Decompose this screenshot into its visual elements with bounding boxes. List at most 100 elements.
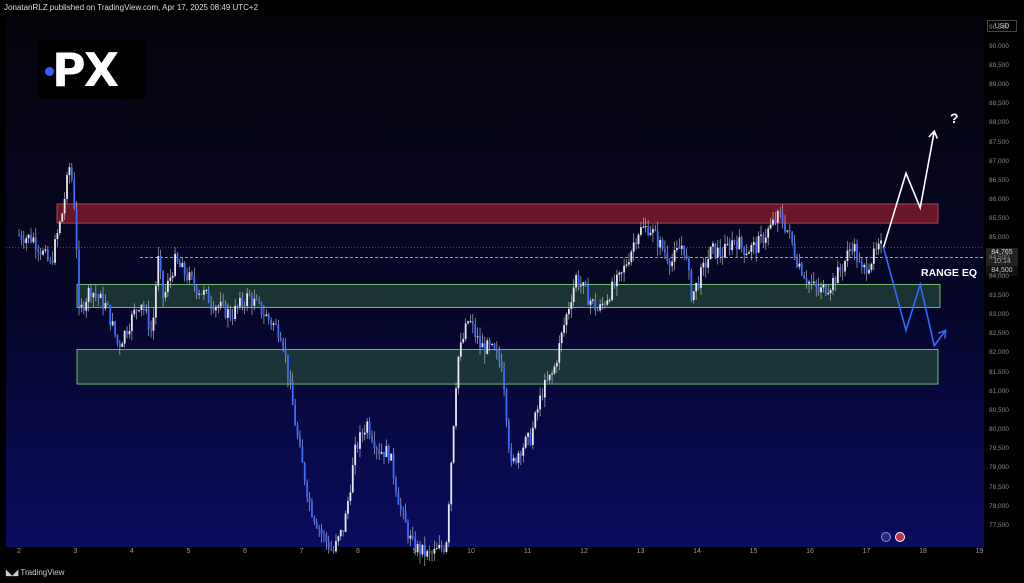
candle (469, 321, 472, 323)
candle (719, 247, 722, 256)
candle (128, 330, 131, 335)
candle (411, 535, 414, 538)
candle (296, 425, 299, 437)
candle (796, 257, 798, 267)
candle (248, 293, 251, 296)
candle (94, 293, 97, 296)
candle (231, 318, 234, 320)
candle (282, 340, 285, 348)
candle (445, 542, 448, 552)
candle (123, 330, 126, 344)
candle (815, 281, 818, 287)
candle (241, 297, 244, 306)
candle (637, 234, 640, 245)
candle (253, 298, 256, 306)
candle (159, 256, 162, 271)
candle (752, 242, 755, 246)
price-tick-label: 90,000 (989, 42, 1009, 50)
time-tick-label: 2 (17, 548, 21, 555)
candle (548, 374, 551, 381)
candle (728, 243, 731, 251)
price-tick-label: 80,500 (989, 406, 1009, 414)
candle (745, 253, 748, 255)
candle (587, 285, 589, 305)
price-tick-label: 81,000 (989, 387, 1009, 395)
candle (848, 249, 851, 251)
candle (673, 250, 676, 262)
candle (66, 175, 68, 199)
candle (39, 251, 42, 255)
candle (522, 447, 525, 456)
candle (63, 198, 66, 214)
candle (390, 453, 393, 461)
candle (380, 452, 383, 454)
candle (332, 550, 335, 552)
tradingview-brand-text: TradingView (20, 568, 65, 577)
candle (529, 432, 532, 445)
candle (851, 249, 854, 252)
candle (224, 302, 227, 318)
candle (661, 239, 664, 250)
candle (579, 285, 582, 287)
price-tick-label: 82,000 (989, 349, 1009, 357)
candle (291, 381, 294, 405)
question-mark-label: ? (950, 110, 959, 126)
candle (106, 303, 109, 305)
candle (58, 221, 61, 234)
candle (767, 228, 770, 238)
candle (188, 272, 191, 281)
candle (505, 389, 508, 422)
candle (130, 314, 133, 331)
price-tick-label: 90,500 (989, 23, 1009, 31)
tradingview-brand[interactable]: ◣◢ TradingView (6, 568, 64, 577)
candle (70, 167, 73, 180)
candle (399, 504, 402, 510)
candle (750, 245, 753, 253)
candle (779, 210, 782, 213)
candle (791, 231, 794, 244)
candle (755, 242, 758, 253)
candle (647, 226, 650, 235)
candle (822, 284, 825, 288)
candle (102, 293, 104, 309)
candle (145, 309, 148, 311)
candle (68, 167, 71, 176)
candle (51, 260, 54, 263)
candle (793, 243, 796, 258)
price-tick-label: 89,000 (989, 81, 1009, 89)
candle (527, 432, 529, 437)
candle (210, 302, 212, 307)
candle (438, 544, 441, 549)
candle (464, 323, 467, 339)
candle (20, 235, 23, 240)
candle (419, 543, 421, 555)
event-lightning-icon (881, 532, 891, 542)
candle (608, 299, 611, 301)
candle (808, 281, 810, 284)
candle (46, 249, 49, 261)
candle (503, 370, 505, 390)
candle (714, 243, 717, 258)
candle (611, 281, 614, 300)
candle (870, 263, 873, 270)
time-tick-label: 3 (73, 548, 78, 555)
time-tick-label: 18 (919, 548, 927, 555)
candle (138, 310, 140, 312)
event-flag-icon (895, 532, 905, 542)
candle (202, 290, 205, 295)
candle (97, 295, 100, 299)
candle (601, 303, 604, 305)
candle (135, 309, 138, 311)
price-tick-label: 86,500 (989, 176, 1009, 184)
candle (171, 275, 174, 278)
time-tick-label: 6 (243, 548, 247, 555)
candle (572, 287, 575, 303)
candle (570, 302, 573, 309)
candle (803, 275, 806, 279)
candle (697, 282, 700, 288)
candle (671, 261, 674, 267)
candle (311, 501, 313, 517)
price-tick-label: 89,500 (989, 61, 1009, 69)
candle (836, 267, 839, 284)
candle (428, 551, 431, 553)
